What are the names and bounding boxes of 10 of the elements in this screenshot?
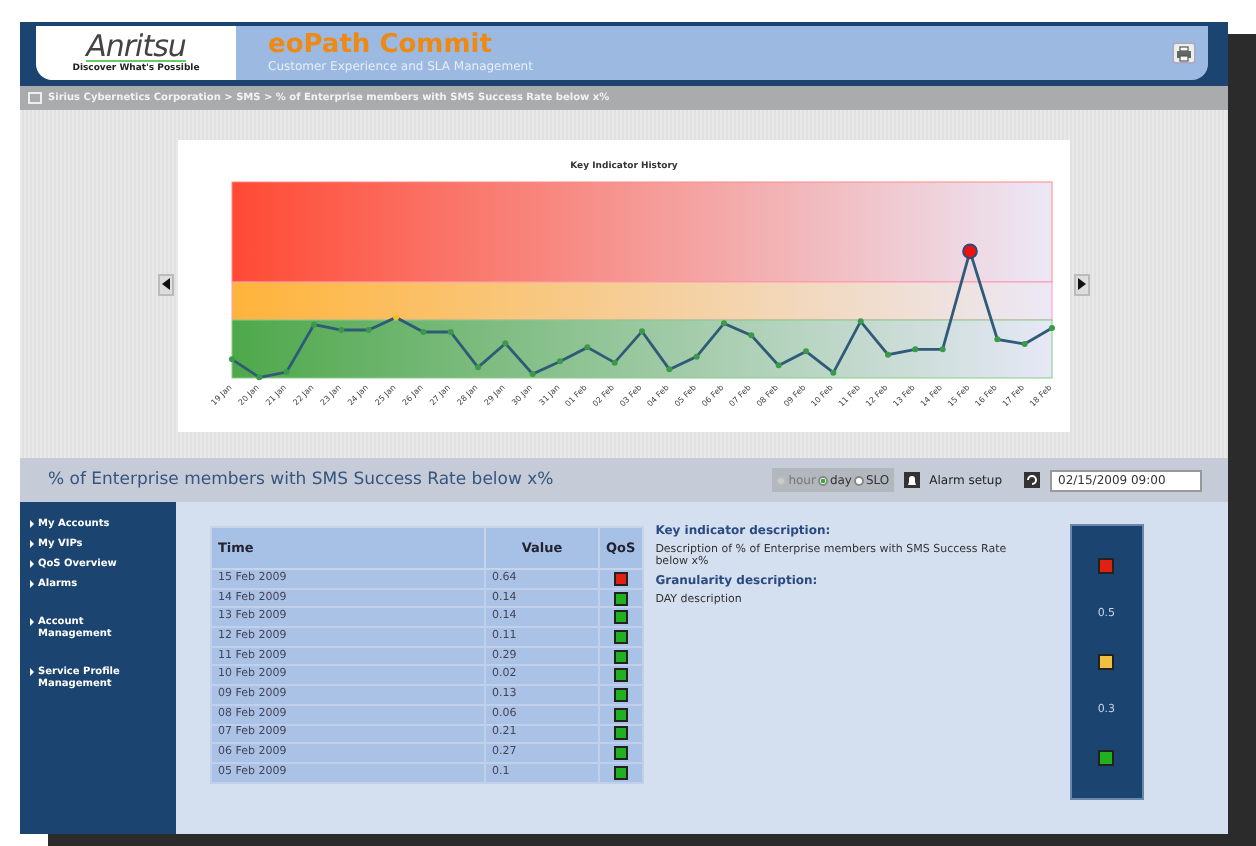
previous-button[interactable]: [158, 273, 174, 295]
logo: Anritsu: [86, 31, 186, 61]
refresh-icon[interactable]: [1024, 472, 1040, 488]
left-arrow-icon: [162, 278, 170, 290]
print-button[interactable]: [1172, 42, 1196, 64]
app-title: eoPath Commit: [268, 31, 494, 59]
indicator-title: % of Enterprise members with SMS Success Rate below x%: [48, 470, 556, 490]
next-button[interactable]: [1074, 273, 1090, 295]
right-arrow-icon: [1078, 278, 1086, 290]
bell-icon[interactable]: [903, 472, 920, 488]
